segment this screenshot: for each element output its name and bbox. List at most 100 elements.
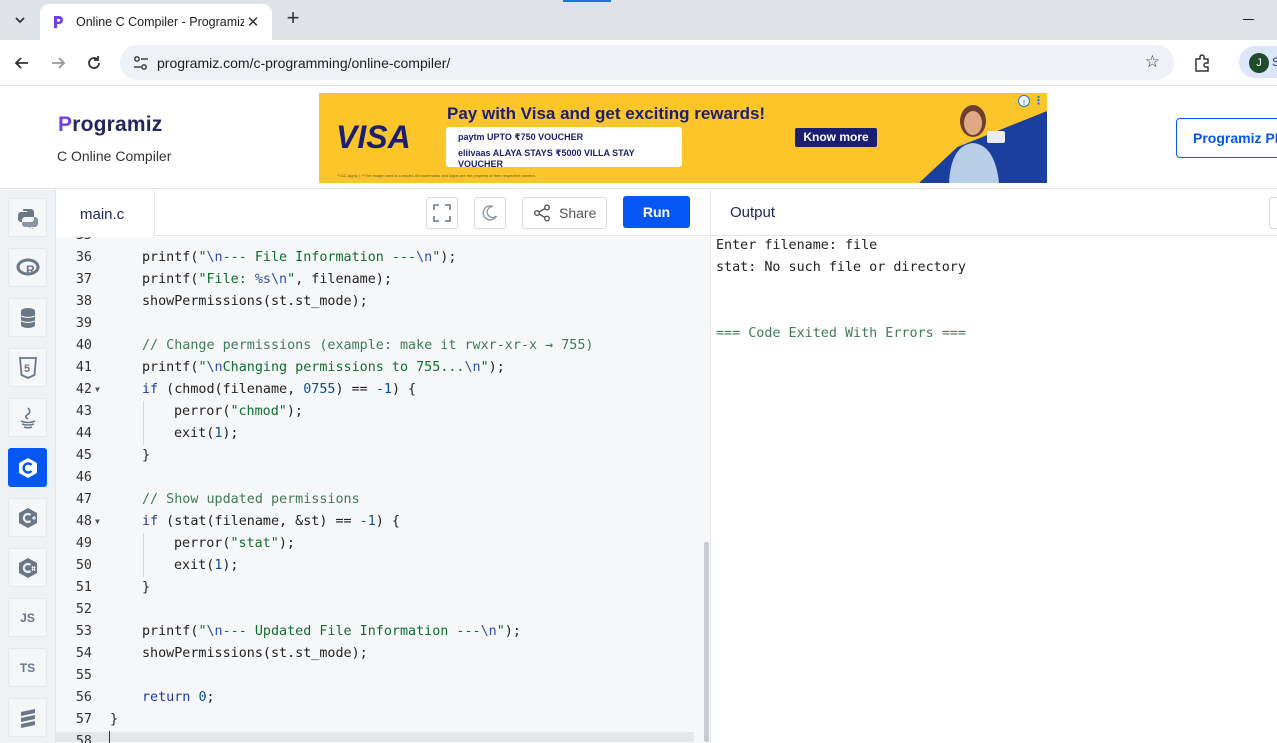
tab-close-icon[interactable]: ✕	[244, 13, 262, 31]
back-button[interactable]	[9, 50, 35, 76]
arrow-left-icon	[14, 57, 28, 69]
code-line[interactable]: 48 ▼ if (stat(filename, &st) == -1) {	[56, 511, 710, 533]
line-number: 55	[75, 668, 92, 683]
indent-guide	[143, 533, 144, 577]
code-line[interactable]: 55	[56, 665, 710, 687]
forward-button[interactable]	[45, 50, 71, 76]
code-line[interactable]: 49 perror("stat");	[56, 533, 710, 555]
site-info-icon[interactable]	[132, 54, 150, 72]
language-r-button[interactable]: R	[8, 248, 47, 287]
programiz-pro-button[interactable]: Programiz PR	[1176, 118, 1277, 158]
line-number: 42	[75, 382, 92, 397]
code-line[interactable]: 38 showPermissions(st.st_mode);	[56, 291, 710, 313]
code-line[interactable]: 52	[56, 599, 710, 621]
code-editor[interactable]: 35 36 printf("\n--- File Information ---\n…	[56, 237, 710, 743]
dark-mode-button[interactable]	[474, 197, 506, 229]
language-csharp-button[interactable]	[8, 548, 47, 587]
language-python-button[interactable]	[8, 198, 47, 237]
code-line[interactable]: 36 printf("\n--- File Information ---\n")…	[56, 247, 710, 269]
minimize-window-button[interactable]	[1243, 10, 1257, 24]
ad-info-icon[interactable]: i	[1018, 95, 1030, 107]
code-text: exit(1);	[174, 426, 239, 441]
ad-options-icon[interactable]: ⋮	[1033, 94, 1044, 107]
indent-guide	[143, 401, 144, 445]
code-line[interactable]: 44 exit(1);	[56, 423, 710, 445]
code-line[interactable]: 39	[56, 313, 710, 335]
code-text: printf("\nChanging permissions to 755...…	[142, 360, 505, 375]
share-button[interactable]: Share	[522, 197, 607, 229]
line-number: 37	[75, 272, 92, 287]
html5-icon: 5	[18, 356, 37, 379]
language-html-button[interactable]: 5	[8, 348, 47, 387]
ad-headline: Pay with Visa and get exciting rewards!	[447, 104, 766, 123]
reload-icon	[88, 56, 100, 69]
address-bar[interactable]: programiz.com/c-programming/online-compi…	[120, 45, 1174, 80]
code-line[interactable]: 51}	[56, 577, 710, 599]
code-line[interactable]: 54 showPermissions(st.st_mode);	[56, 643, 710, 665]
language-sidebar: R 5 JS TS	[0, 190, 56, 743]
fold-arrow-icon[interactable]: ▼	[95, 379, 100, 401]
language-java-button[interactable]	[8, 398, 47, 437]
fullscreen-button[interactable]	[426, 197, 458, 229]
code-text: return 0;	[142, 690, 215, 705]
code-line[interactable]: 41 printf("\nChanging permissions to 755.…	[56, 357, 710, 379]
line-number: 52	[75, 602, 92, 617]
code-text: }	[142, 448, 151, 463]
language-sql-button[interactable]	[8, 298, 47, 337]
arrow-right-icon	[52, 57, 66, 69]
language-cpp-button[interactable]	[8, 498, 47, 537]
ad-disclaimer: *T&C Apply. | **The image used is a mode…	[337, 173, 536, 178]
ad-offer-line-1: paytm UPTO ₹750 VOUCHER	[458, 132, 584, 142]
language-ts-button[interactable]: TS	[8, 648, 47, 687]
code-line[interactable]: 43 perror("chmod");	[56, 401, 710, 423]
programiz-logo[interactable]: Programiz	[58, 113, 163, 137]
profile-label: S	[1272, 55, 1277, 69]
code-line[interactable]: 57}	[56, 709, 710, 731]
line-number: 40	[75, 338, 92, 353]
output-line: Enter filename: file	[716, 238, 878, 253]
code-line[interactable]: 40 // Change permissions (example: make i…	[56, 335, 710, 357]
new-tab-button[interactable]: +	[282, 7, 304, 30]
language-js-button[interactable]: JS	[8, 598, 47, 637]
ad-offer-line-2: eliivaas ALAYA STAYS ₹5000 VILLA STAY VO…	[458, 148, 635, 169]
language-c-button[interactable]	[8, 448, 47, 487]
editor-header: main.c Share Run	[56, 190, 710, 236]
share-icon	[534, 204, 550, 222]
code-text: if (chmod(filename, 0755) == -1) {	[142, 382, 417, 397]
code-line[interactable]: 37 printf("File: %s\n", filename);	[56, 269, 710, 291]
code-line[interactable]: 45}	[56, 445, 710, 467]
clear-output-button[interactable]	[1269, 197, 1277, 229]
code-line[interactable]: 56 return 0;	[56, 687, 710, 709]
code-line[interactable]: 42 ▼ if (chmod(filename, 0755) == -1) {	[56, 379, 710, 401]
code-line[interactable]: 46	[56, 467, 710, 489]
code-line[interactable]: 35	[56, 237, 710, 247]
output-line: stat: No such file or directory	[716, 260, 966, 275]
line-number: 50	[75, 558, 92, 573]
bookmark-star-icon[interactable]: ☆	[1145, 52, 1160, 72]
avatar[interactable]: J	[1249, 53, 1269, 73]
code-text: printf("\n--- Updated File Information -…	[142, 624, 521, 639]
line-number: 38	[75, 294, 92, 309]
code-line[interactable]: 58	[56, 731, 710, 743]
file-tab-main-c[interactable]: main.c	[56, 190, 155, 236]
code-line[interactable]: 53 printf("\n--- Updated File Information…	[56, 621, 710, 643]
browser-toolbar: programiz.com/c-programming/online-compi…	[0, 40, 1277, 86]
language-swift-button[interactable]	[8, 698, 47, 737]
reload-button[interactable]	[81, 50, 107, 76]
swift-stack-icon	[20, 708, 35, 728]
extensions-icon[interactable]	[1192, 53, 1212, 73]
code-text: }	[142, 580, 151, 595]
code-line[interactable]: 50 exit(1);	[56, 555, 710, 577]
tab-search-button[interactable]	[8, 8, 32, 32]
advertisement-banner[interactable]: VISA Pay with Visa and get exciting rewa…	[319, 93, 1047, 183]
line-number: 48	[75, 514, 92, 529]
fold-arrow-icon[interactable]: ▼	[95, 511, 100, 533]
ad-model-image	[949, 105, 1005, 183]
compiler-subtitle: C Online Compiler	[57, 148, 172, 164]
output-header: Output	[710, 190, 1277, 236]
python-icon	[17, 208, 38, 229]
run-button[interactable]: Run	[623, 196, 690, 228]
ad-know-more-button[interactable]: Know more	[795, 128, 877, 147]
browser-tab[interactable]: Online C Compiler - Programiz ✕	[40, 4, 272, 40]
code-line[interactable]: 47 // Show updated permissions	[56, 489, 710, 511]
